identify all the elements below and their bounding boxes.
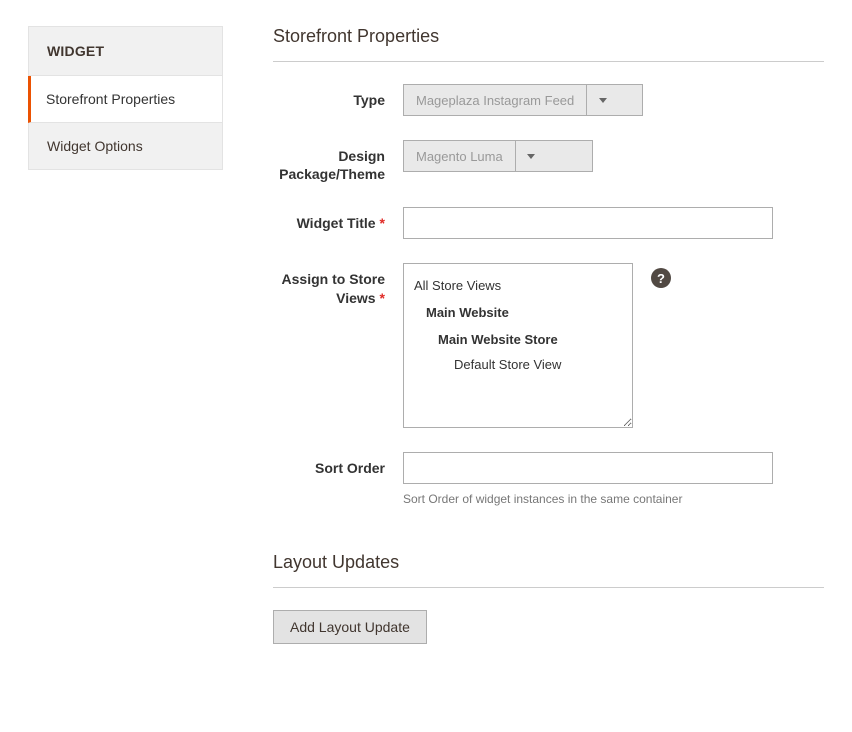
- store-option-all[interactable]: All Store Views: [414, 276, 622, 295]
- required-asterisk: *: [380, 290, 385, 306]
- widget-title-input[interactable]: [403, 207, 773, 239]
- chevron-down-icon: [586, 85, 618, 115]
- sidebar-tab-label: Widget Options: [47, 138, 143, 154]
- field-type: Mageplaza Instagram Feed: [403, 84, 824, 116]
- sidebar-tab-storefront-properties[interactable]: Storefront Properties: [28, 76, 223, 123]
- row-widget-title: Widget Title*: [273, 207, 824, 239]
- design-theme-select-value: Magento Luma: [404, 141, 515, 171]
- label-assign-store-views: Assign to Store Views*: [273, 263, 403, 306]
- section-title-layout-updates: Layout Updates: [273, 552, 824, 588]
- sidebar: WIDGET Storefront Properties Widget Opti…: [28, 26, 223, 644]
- label-type: Type: [273, 84, 403, 109]
- add-layout-update-button[interactable]: Add Layout Update: [273, 610, 427, 644]
- main: Storefront Properties Type Mageplaza Ins…: [273, 26, 824, 644]
- sidebar-tab-widget-options[interactable]: Widget Options: [28, 123, 223, 170]
- design-theme-select-disabled: Magento Luma: [403, 140, 593, 172]
- row-design-theme: Design Package/Theme Magento Luma: [273, 140, 824, 183]
- help-icon-glyph: ?: [657, 271, 665, 286]
- label-text: Design Package/Theme: [279, 148, 385, 182]
- row-type: Type Mageplaza Instagram Feed: [273, 84, 824, 116]
- chevron-down-icon: [515, 141, 547, 171]
- field-assign-store-views: All Store Views Main Website Main Websit…: [403, 263, 824, 428]
- row-sort-order: Sort Order Sort Order of widget instance…: [273, 452, 824, 506]
- help-icon[interactable]: ?: [651, 268, 671, 288]
- sort-order-input[interactable]: [403, 452, 773, 484]
- label-text: Type: [353, 92, 385, 108]
- sidebar-tab-label: Storefront Properties: [46, 91, 175, 107]
- store-option-main-website[interactable]: Main Website: [414, 303, 622, 322]
- store-option-default-store-view[interactable]: Default Store View: [414, 355, 622, 374]
- label-text: Assign to Store Views: [282, 271, 385, 305]
- section-title-storefront: Storefront Properties: [273, 26, 824, 62]
- sidebar-header: WIDGET: [28, 26, 223, 76]
- field-widget-title: [403, 207, 824, 239]
- label-design-theme: Design Package/Theme: [273, 140, 403, 183]
- field-sort-order: Sort Order of widget instances in the sa…: [403, 452, 824, 506]
- label-text: Widget Title: [297, 215, 376, 231]
- field-design-theme: Magento Luma: [403, 140, 824, 172]
- type-select-value: Mageplaza Instagram Feed: [404, 85, 586, 115]
- label-text: Sort Order: [315, 460, 385, 476]
- store-option-main-website-store[interactable]: Main Website Store: [414, 330, 622, 349]
- store-views-listbox[interactable]: All Store Views Main Website Main Websit…: [403, 263, 633, 428]
- type-select-disabled: Mageplaza Instagram Feed: [403, 84, 643, 116]
- row-assign-store-views: Assign to Store Views* All Store Views M…: [273, 263, 824, 428]
- required-asterisk: *: [380, 215, 385, 231]
- sort-order-hint: Sort Order of widget instances in the sa…: [403, 492, 824, 506]
- label-widget-title: Widget Title*: [273, 207, 403, 232]
- label-sort-order: Sort Order: [273, 452, 403, 477]
